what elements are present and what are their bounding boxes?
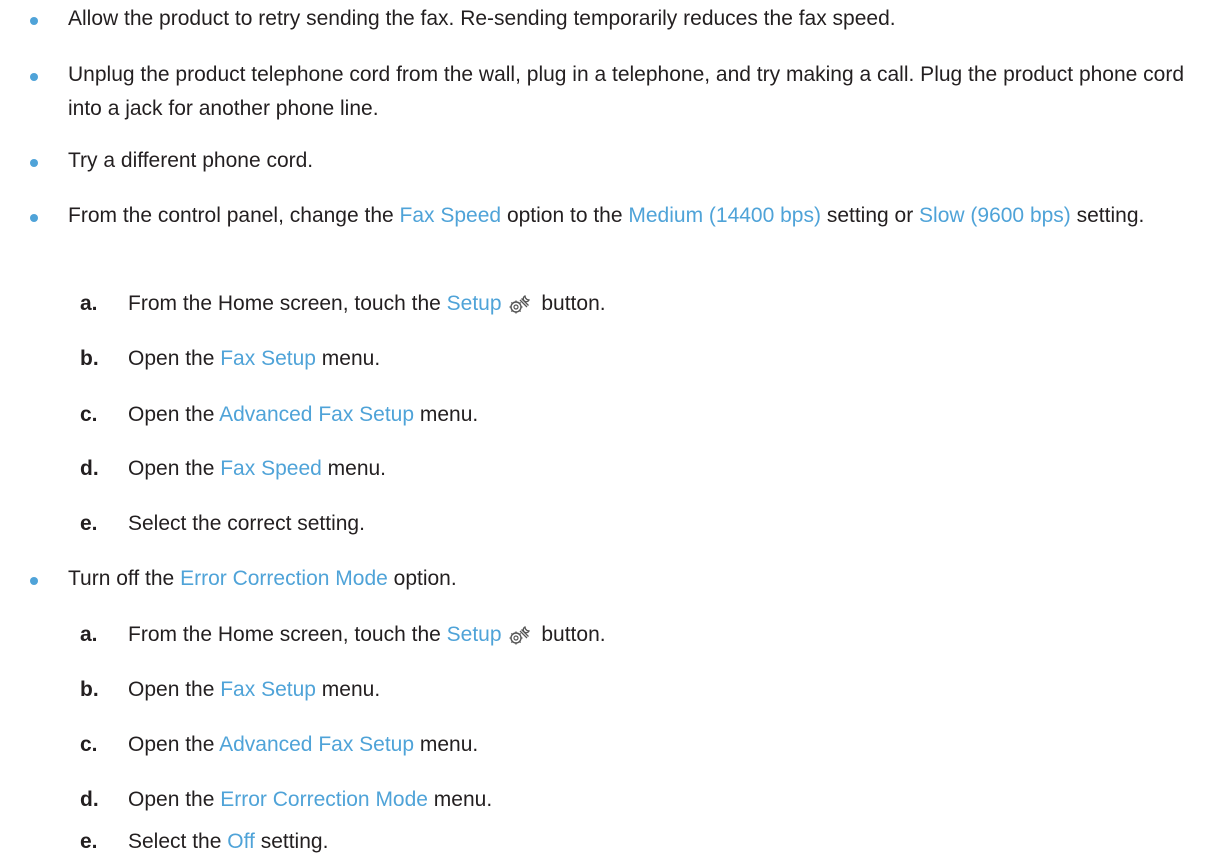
- fax-setup-menu: Fax Setup: [220, 347, 316, 370]
- bullet-text: From the control panel, change the Fax S…: [68, 199, 1208, 233]
- text-segment: menu.: [427, 788, 493, 811]
- text-segment: menu.: [414, 733, 479, 756]
- error-correction-mode-menu: Error Correction Mode: [220, 788, 428, 811]
- bullet-text: Allow the product to retry sending the f…: [68, 7, 896, 30]
- step-text: From the Home screen, touch the Setup bu…: [128, 287, 606, 321]
- bullet-text: Turn off the Error Correction Mode optio…: [68, 562, 1208, 596]
- step-letter: b.: [80, 347, 99, 370]
- step-letter: d.: [80, 788, 99, 811]
- troubleshooting-page: Allow the product to retry sending the f…: [0, 0, 1220, 861]
- fax-speed-menu: Fax Speed: [220, 457, 322, 480]
- slow-setting: Slow (9600 bps): [919, 204, 1071, 227]
- step-letter: c.: [80, 733, 98, 756]
- off-setting: Off: [227, 830, 255, 853]
- bullet-text: Unplug the product telephone cord from t…: [68, 63, 1185, 120]
- step-text: Open the Fax Speed menu.: [128, 452, 386, 486]
- bullet-dot: [30, 577, 38, 585]
- text-segment: menu.: [315, 678, 381, 701]
- advanced-fax-setup-menu: Advanced Fax Setup: [219, 733, 415, 756]
- step-letter: c.: [80, 403, 98, 426]
- error-correction-mode-option: Error Correction Mode: [180, 567, 388, 590]
- text-segment: Open the: [128, 678, 221, 701]
- text-segment: Open the: [128, 733, 220, 756]
- advanced-fax-setup-menu: Advanced Fax Setup: [219, 403, 415, 426]
- bullet-dot: [30, 159, 38, 167]
- text-segment: Open the: [128, 788, 221, 811]
- text-segment: option to the: [501, 204, 629, 227]
- step-text: Select the correct setting.: [128, 507, 365, 541]
- step-text: Open the Error Correction Mode menu.: [128, 783, 492, 817]
- text-segment: menu.: [321, 457, 387, 480]
- step-text: Open the Advanced Fax Setup menu.: [128, 398, 478, 432]
- bullet-text: Try a different phone cord.: [68, 149, 314, 172]
- text-segment: Open the: [128, 457, 221, 480]
- text-segment: setting.: [1070, 204, 1145, 227]
- text-segment: button.: [535, 292, 606, 315]
- text-segment: menu.: [315, 347, 381, 370]
- text-segment: option.: [387, 567, 457, 590]
- setup-button-label: Setup: [446, 292, 502, 315]
- step-letter: a.: [80, 292, 98, 315]
- text-segment: setting or: [820, 204, 920, 227]
- text-segment: button.: [535, 623, 606, 646]
- bullet-dot: [30, 214, 38, 222]
- step-letter: e.: [80, 512, 98, 535]
- text-segment: Select the correct setting.: [128, 512, 365, 535]
- setup-wrench-gear-icon: [509, 295, 530, 314]
- bullet-dot: [30, 73, 38, 81]
- step-letter: e.: [80, 830, 98, 853]
- step-text: Select the Off setting.: [128, 825, 328, 859]
- bullet-dot: [30, 17, 38, 25]
- step-text: Open the Fax Setup menu.: [128, 342, 380, 376]
- text-segment: setting.: [254, 830, 329, 853]
- step-letter: a.: [80, 623, 98, 646]
- text-segment: Open the: [128, 347, 221, 370]
- text-segment: From the Home screen, touch the: [128, 623, 447, 646]
- text-segment: menu.: [414, 403, 479, 426]
- text-segment: From the control panel, change the: [68, 204, 400, 227]
- setup-button-label: Setup: [446, 623, 502, 646]
- text-segment: From the Home screen, touch the: [128, 292, 447, 315]
- text-segment: Open the: [128, 403, 220, 426]
- text-segment: Turn off the: [68, 567, 181, 590]
- fax-setup-menu: Fax Setup: [220, 678, 316, 701]
- step-text: Open the Advanced Fax Setup menu.: [128, 728, 478, 762]
- medium-setting: Medium (14400 bps): [628, 204, 821, 227]
- step-text: From the Home screen, touch the Setup bu…: [128, 618, 606, 652]
- text-segment: Select the: [128, 830, 228, 853]
- step-letter: d.: [80, 457, 99, 480]
- step-text: Open the Fax Setup menu.: [128, 673, 380, 707]
- step-letter: b.: [80, 678, 99, 701]
- fax-speed-option: Fax Speed: [399, 204, 502, 227]
- setup-wrench-gear-icon: [509, 626, 530, 645]
